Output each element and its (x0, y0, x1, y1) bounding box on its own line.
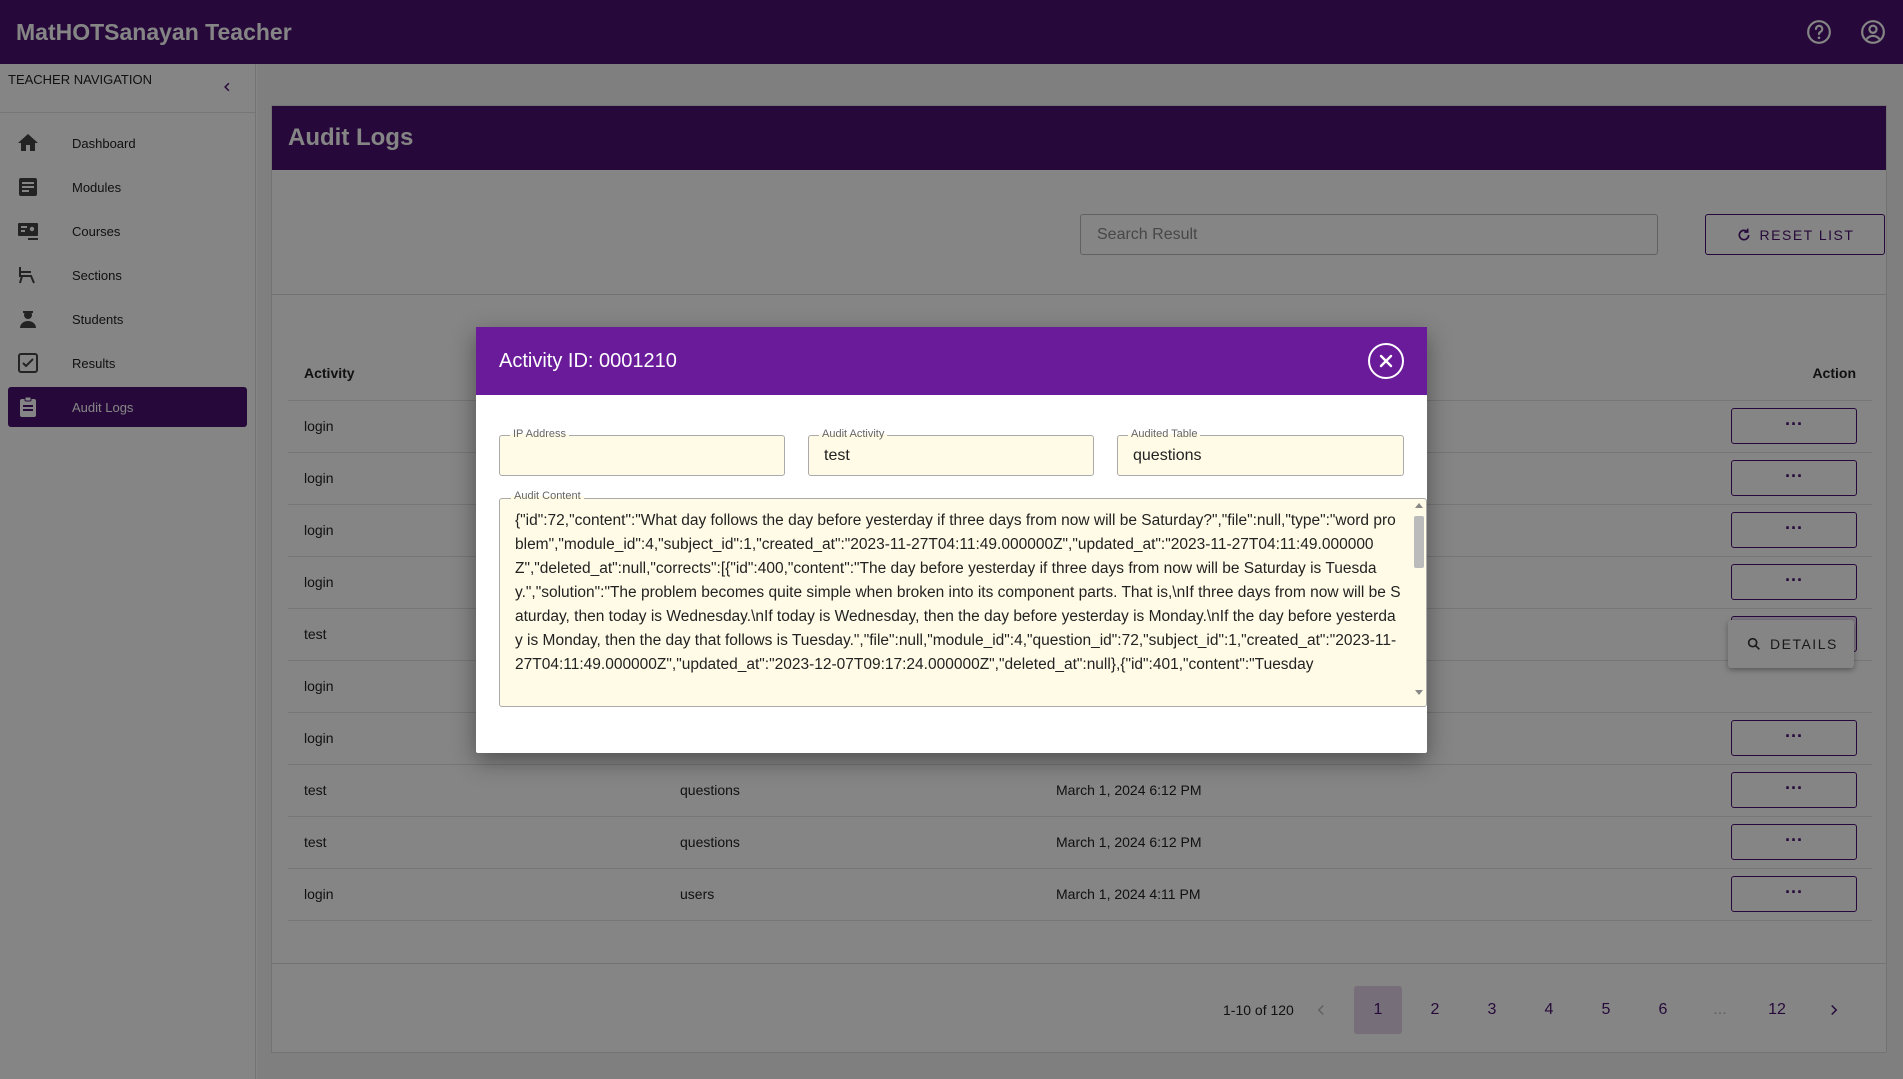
audit-content-field: Audit Content {"id":72,"content":"What d… (499, 490, 1427, 707)
close-icon (1379, 354, 1393, 368)
audited-table-field: Audited Table (1117, 428, 1404, 476)
close-dialog-button[interactable] (1368, 343, 1404, 379)
scroll-up-icon[interactable] (1415, 503, 1423, 508)
audit-content-textarea[interactable]: {"id":72,"content":"What day follows the… (499, 498, 1427, 707)
dialog-title: Activity ID: 0001210 (499, 349, 677, 372)
scrollbar-thumb[interactable] (1414, 516, 1424, 568)
ip-address-field: IP Address (499, 428, 785, 476)
audit-activity-input[interactable] (809, 436, 1093, 475)
ip-address-label: IP Address (510, 428, 569, 440)
audited-table-label: Audited Table (1128, 428, 1201, 440)
audit-activity-field: Audit Activity (808, 428, 1094, 476)
scroll-down-icon[interactable] (1415, 690, 1423, 695)
audit-activity-label: Audit Activity (819, 428, 888, 440)
ip-address-input[interactable] (500, 436, 784, 475)
audited-table-input[interactable] (1118, 436, 1403, 475)
dialog-header: Activity ID: 0001210 (476, 327, 1427, 395)
content-scrollbar[interactable] (1411, 500, 1425, 705)
activity-dialog: Activity ID: 0001210 IP Address Audit Ac… (476, 327, 1427, 753)
audit-content-label: Audit Content (511, 490, 584, 502)
